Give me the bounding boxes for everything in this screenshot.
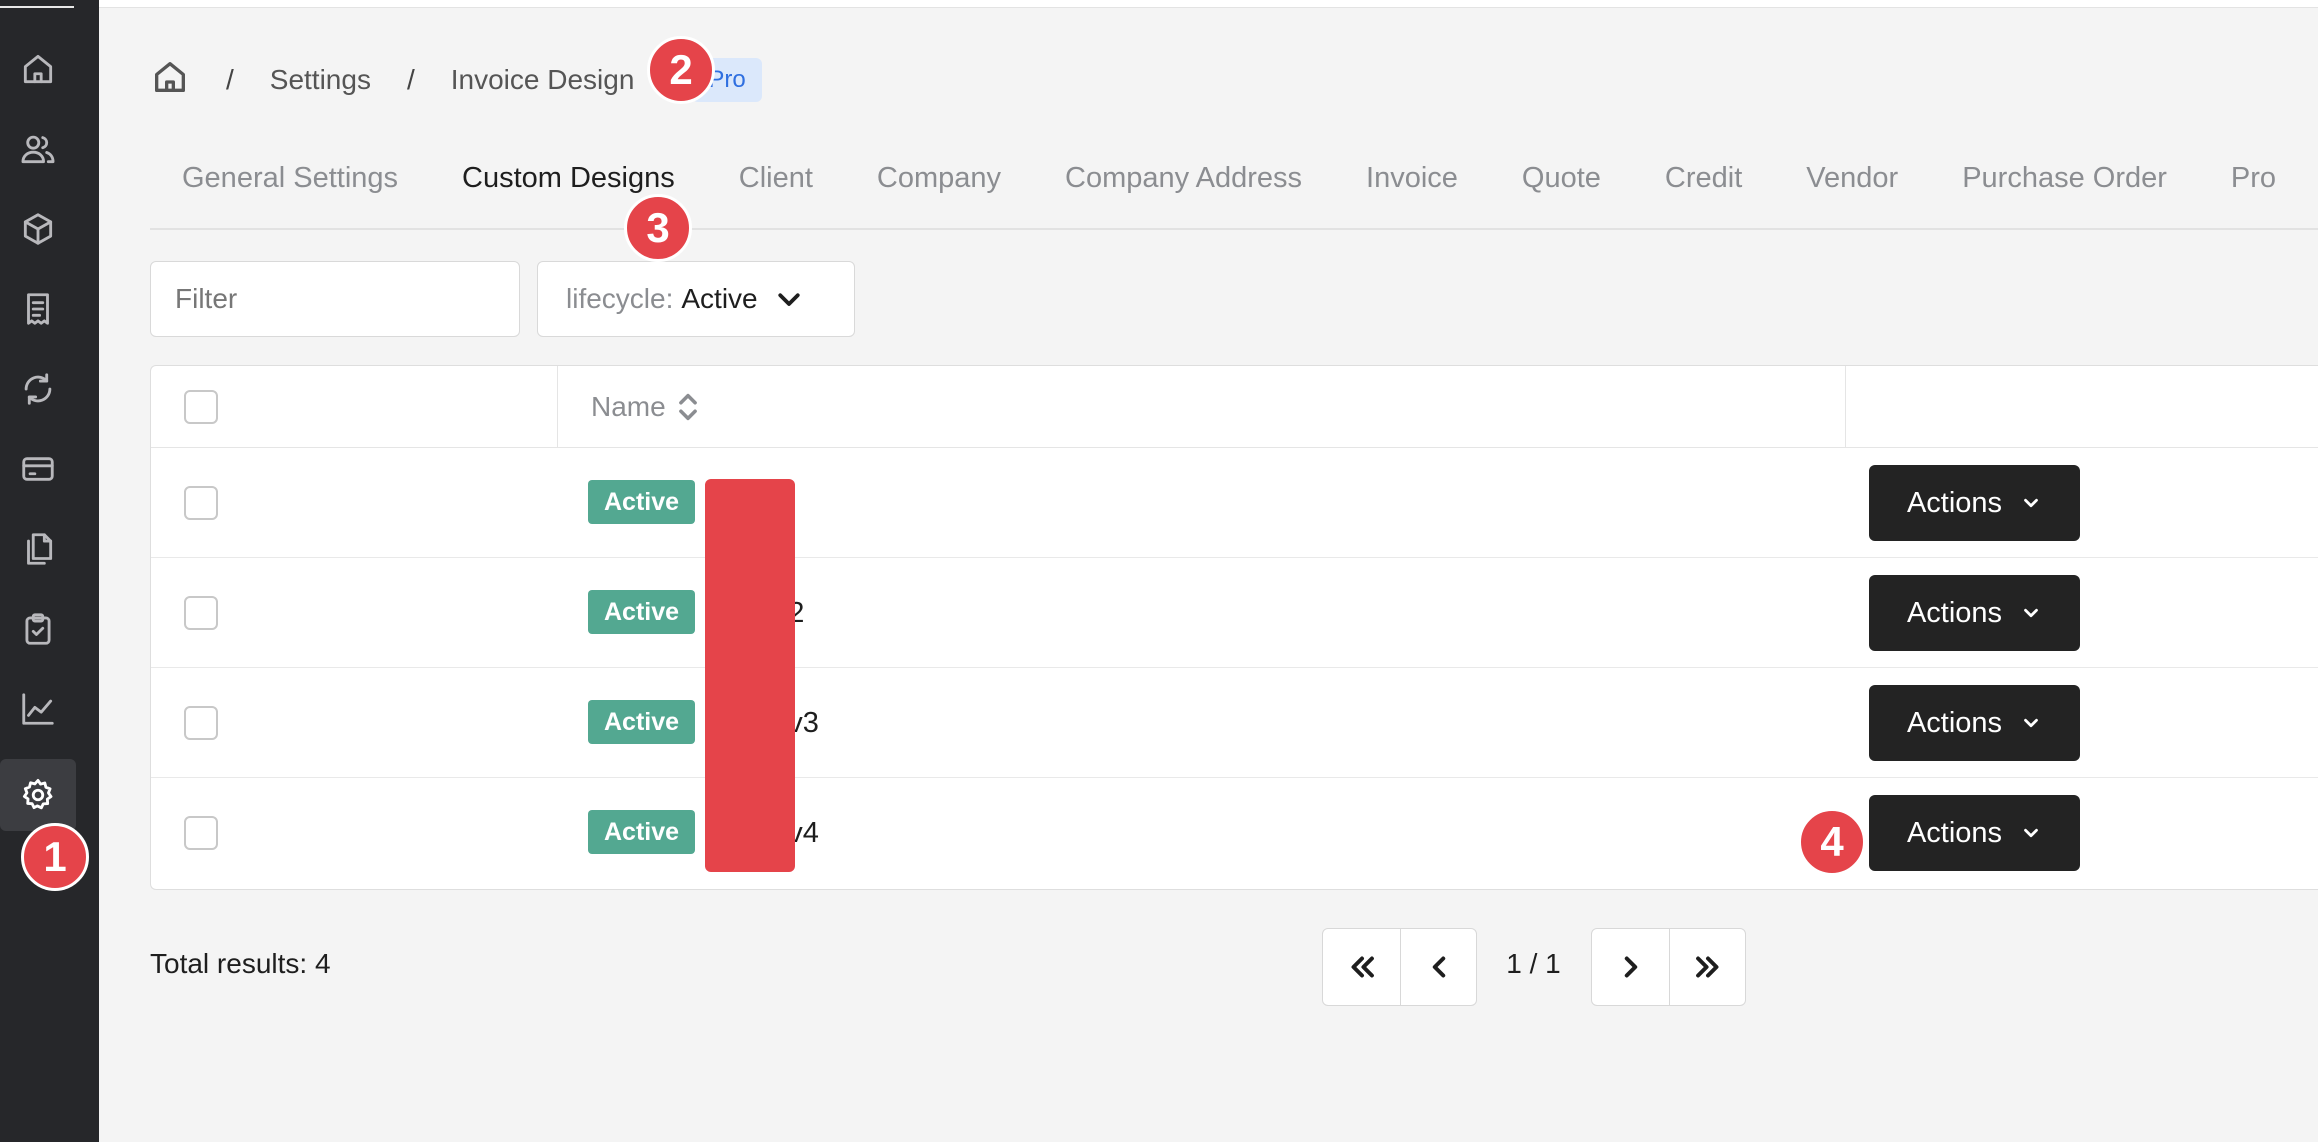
step-marker-1: 1 (21, 823, 89, 891)
breadcrumb-current: Invoice Design (450, 64, 635, 95)
status-badge: Active (588, 480, 696, 524)
row-checkbox[interactable] (184, 486, 218, 520)
receipt-icon (27, 293, 49, 325)
actions-button[interactable]: Actions (1869, 575, 2080, 651)
actions-button[interactable]: Actions (1869, 795, 2080, 871)
filter-input[interactable] (150, 261, 520, 337)
sidebar-item-products[interactable] (0, 193, 76, 265)
tab-pro[interactable]: Pro (2199, 140, 2308, 228)
box-icon (23, 213, 53, 245)
tab-company[interactable]: Company (845, 140, 1033, 228)
status-badge: Active (588, 590, 696, 634)
sidebar-item-dashboard[interactable] (0, 33, 76, 105)
refresh-icon (24, 373, 52, 405)
lifecycle-value: Active (681, 283, 758, 314)
chart-line-icon (22, 693, 54, 725)
actions-button-label: Actions (1906, 486, 2003, 519)
total-results: Total results: 4 (150, 948, 331, 979)
breadcrumb-separator: / (226, 64, 234, 95)
chevron-down-icon (2024, 498, 2038, 508)
redaction-block (705, 479, 795, 872)
top-bar (99, 0, 2318, 8)
sidebar-item-settings[interactable] (0, 759, 76, 831)
breadcrumb-separator: / (406, 64, 415, 95)
actions-button[interactable]: Actions (1869, 465, 2080, 541)
step-marker-2: 2 (647, 36, 715, 104)
sidebar-item-clients[interactable] (0, 113, 76, 185)
chevron-down-icon (2024, 828, 2038, 838)
select-all-checkbox[interactable] (184, 390, 218, 424)
previous-page-button[interactable] (1400, 928, 1477, 1006)
tab-purchase-order[interactable]: Purchase Order (1930, 140, 2199, 228)
sidebar-top-line (0, 6, 74, 8)
column-header-name-label: Name (591, 391, 666, 422)
lifecycle-label: lifecycle: (566, 283, 674, 314)
status-badge: Active (588, 700, 696, 744)
last-page-button[interactable] (1669, 928, 1746, 1006)
row-checkbox[interactable] (184, 816, 218, 850)
chevrons-left-icon (1351, 956, 1374, 978)
tab-credit[interactable]: Credit (1633, 140, 1774, 228)
breadcrumb-settings[interactable]: Settings (270, 64, 371, 96)
step-marker-4: 4 (1798, 808, 1866, 876)
first-page-button[interactable] (1322, 928, 1401, 1006)
users-icon (21, 135, 55, 164)
designs-table: Name Active o Actions Active o_2 Actions… (150, 365, 2318, 890)
sidebar-item-invoices[interactable] (0, 273, 76, 345)
lifecycle-select[interactable]: lifecycle: Active (537, 261, 855, 337)
row-checkbox[interactable] (184, 596, 218, 630)
table-row: Active o Actions (151, 448, 2318, 558)
actions-button-label: Actions (1906, 596, 2003, 629)
table-row: Active o_v3 Actions (151, 668, 2318, 778)
sidebar-item-payments[interactable] (0, 433, 76, 505)
gear-icon (22, 779, 53, 810)
column-header-name[interactable]: Name (591, 366, 702, 448)
table-row: Active o_v4 Actions (151, 778, 2318, 888)
step-marker-3: 3 (624, 194, 692, 262)
tab-client[interactable]: Client (707, 140, 845, 228)
credit-card-icon (22, 457, 54, 481)
chevrons-right-icon (1695, 956, 1718, 978)
table-row: Active o_2 Actions (151, 558, 2318, 668)
home-icon (155, 61, 185, 92)
settings-tabs: General Settings Custom Designs Client C… (150, 140, 2318, 230)
chevron-left-icon (1432, 956, 1445, 978)
actions-button[interactable]: Actions (1869, 685, 2080, 761)
home-icon (23, 54, 53, 84)
tab-quote[interactable]: Quote (1490, 140, 1633, 228)
page-indicator: 1 / 1 (1506, 948, 1561, 979)
sidebar-item-quotes[interactable] (0, 513, 76, 585)
actions-button-label: Actions (1906, 816, 2003, 849)
tab-general-settings[interactable]: General Settings (150, 140, 430, 228)
tab-invoice[interactable]: Invoice (1334, 140, 1490, 228)
tab-vendor[interactable]: Vendor (1774, 140, 1930, 228)
chevron-down-icon (2024, 718, 2038, 728)
column-divider (557, 366, 558, 448)
chevron-down-icon (2024, 608, 2038, 618)
chevron-down-icon (778, 293, 800, 306)
next-page-button[interactable] (1591, 928, 1670, 1006)
sidebar-item-recurring[interactable] (0, 353, 76, 425)
chevron-right-icon (1624, 956, 1637, 978)
status-badge: Active (588, 810, 696, 854)
clipboard-check-icon (25, 613, 51, 645)
sidebar (0, 0, 99, 1142)
files-icon (27, 533, 53, 565)
table-header: Name (151, 366, 2318, 448)
breadcrumb-home[interactable] (150, 57, 190, 104)
row-checkbox[interactable] (184, 706, 218, 740)
column-divider (1845, 366, 1846, 448)
sort-icon (678, 393, 697, 421)
sidebar-item-reports[interactable] (0, 673, 76, 745)
actions-button-label: Actions (1906, 706, 2003, 739)
tab-company-address[interactable]: Company Address (1033, 140, 1334, 228)
sidebar-item-tasks[interactable] (0, 593, 76, 665)
